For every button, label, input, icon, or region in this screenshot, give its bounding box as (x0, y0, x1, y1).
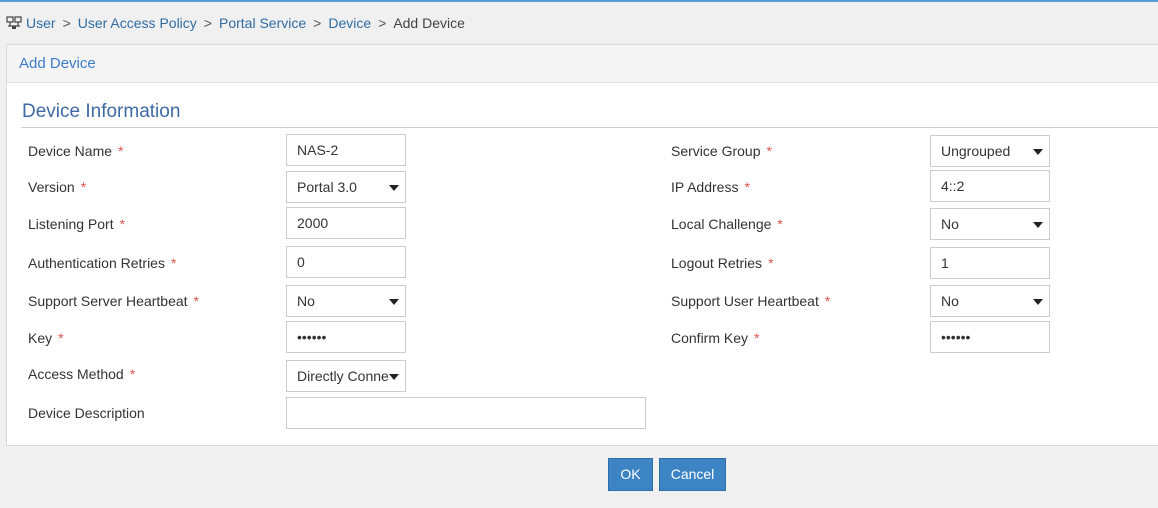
server-heartbeat-label: Support Server Heartbeat * (28, 293, 199, 309)
required-mark: * (777, 216, 783, 232)
access-method-select[interactable]: Directly Conne (286, 360, 406, 392)
panel-header (7, 45, 1158, 83)
section-title: Device Information (22, 101, 181, 122)
chevron-down-icon (1033, 149, 1043, 155)
breadcrumb-user[interactable]: User (26, 15, 56, 31)
breadcrumb-user-access-policy[interactable]: User Access Policy (78, 15, 197, 31)
chevron-down-icon (389, 374, 399, 380)
ip-address-input[interactable]: 4::2 (930, 170, 1050, 202)
required-mark: * (754, 330, 760, 346)
required-mark: * (119, 216, 126, 232)
access-method-label: Access Method * (28, 366, 136, 382)
version-select[interactable]: Portal 3.0 (286, 171, 406, 203)
add-device-panel: Add Device Device Information Device Nam… (6, 44, 1158, 446)
service-group-label: Service Group * (671, 143, 772, 159)
breadcrumb-separator: > (62, 15, 71, 31)
required-mark: * (80, 179, 87, 195)
top-accent-line (0, 0, 1158, 2)
required-mark: * (768, 255, 774, 271)
breadcrumb-separator: > (378, 15, 387, 31)
device-name-input[interactable]: NAS-2 (286, 134, 406, 166)
authentication-retries-input[interactable]: 0 (286, 246, 406, 278)
ip-address-label: IP Address * (671, 179, 750, 195)
required-mark: * (193, 293, 199, 309)
server-heartbeat-select[interactable]: No (286, 285, 406, 317)
listening-port-input[interactable]: 2000 (286, 207, 406, 239)
local-challenge-label: Local Challenge * (671, 216, 783, 232)
key-label: Key * (28, 330, 64, 346)
chevron-down-icon (389, 185, 399, 191)
cancel-button[interactable]: Cancel (659, 458, 726, 491)
breadcrumb-current: Add Device (393, 15, 465, 31)
logout-retries-input[interactable]: 1 (930, 247, 1050, 279)
device-name-label: Device Name * (28, 143, 124, 159)
chevron-down-icon (1033, 299, 1043, 305)
confirm-key-input[interactable]: •••••• (930, 321, 1050, 353)
ok-button[interactable]: OK (608, 458, 653, 491)
breadcrumb-device[interactable]: Device (328, 15, 371, 31)
service-group-select[interactable]: Ungrouped (930, 135, 1050, 167)
required-mark: * (744, 179, 750, 195)
version-label: Version * (28, 179, 87, 195)
chevron-down-icon (1033, 222, 1043, 228)
required-mark: * (129, 366, 136, 382)
panel-title: Add Device (19, 55, 96, 72)
section-divider (21, 127, 1158, 128)
breadcrumb-separator: > (313, 15, 322, 31)
required-mark: * (58, 330, 64, 346)
required-mark: * (766, 143, 772, 159)
breadcrumb-portal-service[interactable]: Portal Service (219, 15, 306, 31)
listening-port-label: Listening Port * (28, 216, 126, 232)
key-input[interactable]: •••••• (286, 321, 406, 353)
breadcrumb-separator: > (203, 15, 212, 31)
user-heartbeat-select[interactable]: No (930, 285, 1050, 317)
required-mark: * (170, 255, 177, 271)
network-icon (6, 16, 22, 29)
local-challenge-select[interactable]: No (930, 208, 1050, 240)
user-heartbeat-label: Support User Heartbeat * (671, 293, 831, 309)
required-mark: * (118, 143, 124, 159)
logout-retries-label: Logout Retries * (671, 255, 774, 271)
authentication-retries-label: Authentication Retries * (28, 255, 177, 271)
required-mark: * (824, 293, 831, 309)
confirm-key-label: Confirm Key * (671, 330, 760, 346)
device-description-input[interactable] (286, 397, 646, 429)
device-description-label: Device Description (28, 405, 145, 421)
breadcrumb: User > User Access Policy > Portal Servi… (6, 14, 465, 32)
chevron-down-icon (389, 299, 399, 305)
